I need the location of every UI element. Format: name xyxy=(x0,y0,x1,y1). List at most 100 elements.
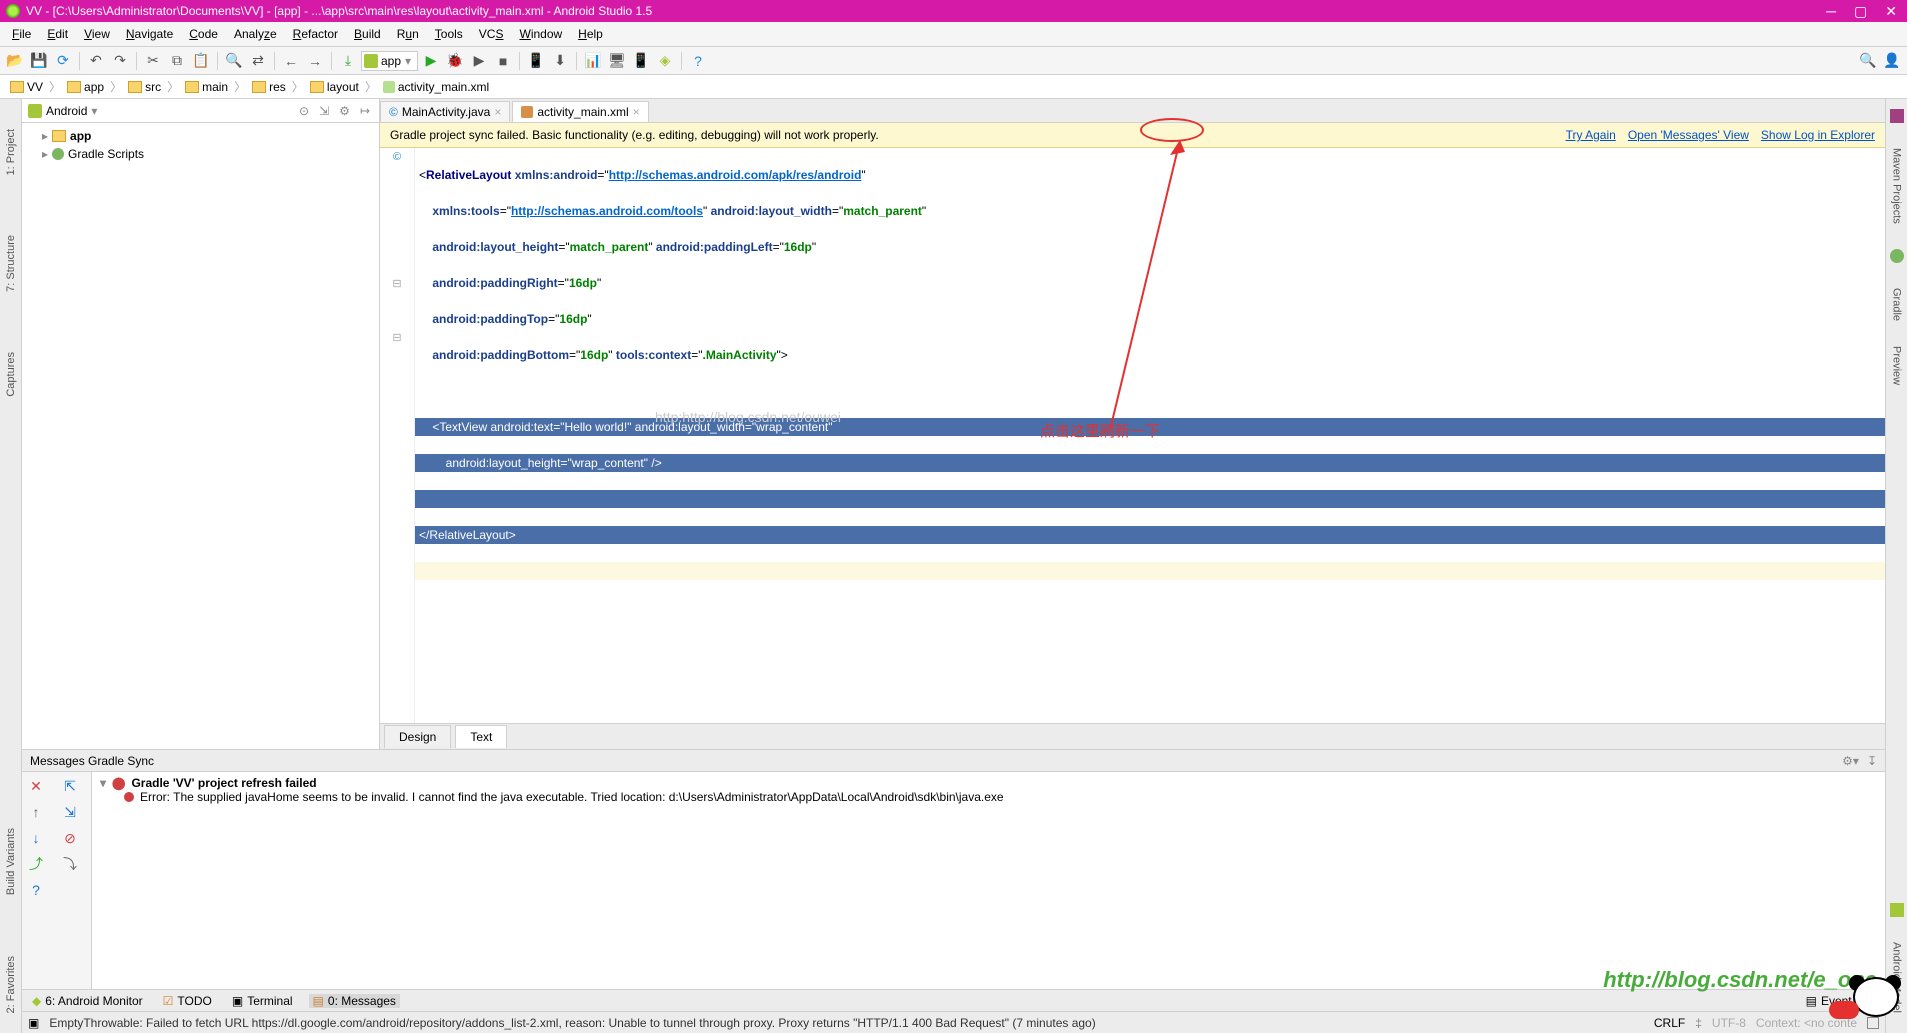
menu-file[interactable]: File xyxy=(4,24,39,44)
tab-preview[interactable]: Preview xyxy=(1891,346,1903,385)
menu-help[interactable]: Help xyxy=(570,24,611,44)
filter-icon[interactable]: ⊘ xyxy=(60,828,80,848)
open-messages-link[interactable]: Open 'Messages' View xyxy=(1628,128,1749,142)
log-icon: ▤ xyxy=(1806,994,1817,1008)
tab-maven[interactable]: Maven Projects xyxy=(1891,148,1903,224)
tab-project[interactable]: 1: Project xyxy=(5,129,17,175)
crumb-app[interactable]: app xyxy=(63,80,108,94)
menu-code[interactable]: Code xyxy=(181,24,226,44)
coverage-icon[interactable]: ▶ xyxy=(468,50,490,72)
messages-settings-icon[interactable]: ⚙▾ xyxy=(1842,754,1859,768)
up-icon[interactable]: ↑ xyxy=(26,802,46,822)
crumb-vv[interactable]: VV xyxy=(6,80,47,94)
fold-icon[interactable]: ⊟ xyxy=(380,328,414,346)
close-msg-icon[interactable]: ✕ xyxy=(26,776,46,796)
crumb-res[interactable]: res xyxy=(248,80,290,94)
status-crlf[interactable]: CRLF xyxy=(1654,1016,1685,1030)
messages-hide-icon[interactable]: ↧ xyxy=(1867,754,1877,768)
close-tab-icon[interactable]: × xyxy=(494,105,501,119)
menu-build[interactable]: Build xyxy=(346,24,389,44)
search-everywhere-icon[interactable]: 🔍 xyxy=(1857,50,1879,72)
menu-analyze[interactable]: Analyze xyxy=(226,24,285,44)
expand-icon[interactable]: ⇱ xyxy=(60,776,80,796)
crumb-src[interactable]: src xyxy=(124,80,165,94)
menu-refactor[interactable]: Refactor xyxy=(285,24,346,44)
tab-gradle[interactable]: Gradle xyxy=(1891,288,1903,321)
editor-tab-activitymain[interactable]: activity_main.xml× xyxy=(512,101,648,122)
make-icon[interactable]: ⤓ xyxy=(337,50,359,72)
forward-icon[interactable]: → xyxy=(304,50,326,72)
window-title: VV - [C:\Users\Administrator\Documents\V… xyxy=(26,4,1826,18)
export-icon[interactable]: ⤴ xyxy=(26,854,46,874)
gutter-class-icon[interactable]: © xyxy=(380,148,414,166)
menu-navigate[interactable]: Navigate xyxy=(118,24,181,44)
editor-tab-mainactivity[interactable]: ©MainActivity.java× xyxy=(380,101,510,122)
hide-icon[interactable]: ↦ xyxy=(357,104,373,118)
open-icon[interactable]: 📂 xyxy=(4,50,26,72)
replace-icon[interactable]: ⇄ xyxy=(247,50,269,72)
help-icon[interactable]: ? xyxy=(687,50,709,72)
status-icon[interactable]: ▣ xyxy=(28,1016,39,1030)
menu-edit[interactable]: Edit xyxy=(39,24,76,44)
monitor-icon[interactable]: 🖥 xyxy=(606,50,628,72)
collapse-all-icon[interactable]: ⇲ xyxy=(316,104,332,118)
import-icon[interactable]: ⤵ xyxy=(60,854,80,874)
crumb-main[interactable]: main xyxy=(181,80,232,94)
close-button[interactable]: ✕ xyxy=(1885,3,1897,20)
scroll-from-source-icon[interactable]: ⊙ xyxy=(296,104,312,118)
try-again-link[interactable]: Try Again xyxy=(1566,128,1616,142)
menu-run[interactable]: Run xyxy=(389,24,427,44)
paste-icon[interactable]: 📋 xyxy=(190,50,212,72)
find-icon[interactable]: 🔍 xyxy=(223,50,245,72)
debug-icon[interactable]: 🐞 xyxy=(444,50,466,72)
maximize-button[interactable]: ▢ xyxy=(1854,3,1867,20)
settings-gear-icon[interactable]: ⚙ xyxy=(336,104,353,118)
tool-terminal[interactable]: ▣Terminal xyxy=(228,994,297,1008)
down-icon[interactable]: ↓ xyxy=(26,828,46,848)
save-icon[interactable]: 💾 xyxy=(28,50,50,72)
info-icon[interactable]: ? xyxy=(26,880,46,900)
collapse-icon[interactable]: ⇲ xyxy=(60,802,80,822)
tab-build-variants[interactable]: Build Variants xyxy=(5,828,17,895)
fold-icon[interactable]: ⊟ xyxy=(380,274,414,292)
user-icon[interactable]: 👤 xyxy=(1881,50,1903,72)
tool-messages[interactable]: ▤0: Messages xyxy=(309,994,400,1008)
tool-todo[interactable]: ☑TODO xyxy=(159,994,216,1008)
tree-node-app[interactable]: ▸app xyxy=(28,127,373,145)
sdk-icon[interactable]: ⬇ xyxy=(549,50,571,72)
tab-text[interactable]: Text xyxy=(455,725,507,748)
device-icon[interactable]: 📱 xyxy=(630,50,652,72)
status-encoding[interactable]: UTF-8 xyxy=(1712,1016,1746,1030)
android-tb-icon[interactable]: ◈ xyxy=(654,50,676,72)
menu-view[interactable]: View xyxy=(76,24,118,44)
menu-tools[interactable]: Tools xyxy=(427,24,471,44)
minimize-button[interactable]: ─ xyxy=(1826,3,1836,20)
cut-icon[interactable]: ✂ xyxy=(142,50,164,72)
collapse-tree-icon[interactable]: ▾ xyxy=(100,776,106,790)
tab-structure[interactable]: 7: Structure xyxy=(5,235,17,292)
avd-icon[interactable]: 📱 xyxy=(525,50,547,72)
close-tab-icon[interactable]: × xyxy=(633,105,640,119)
ddms-icon[interactable]: 📊 xyxy=(582,50,604,72)
app-logo-icon xyxy=(6,4,20,18)
menu-vcs[interactable]: VCS xyxy=(471,24,512,44)
tab-favorites[interactable]: 2: Favorites xyxy=(5,956,17,1013)
copy-icon[interactable]: ⧉ xyxy=(166,50,188,72)
project-view-label[interactable]: Android xyxy=(46,104,87,118)
show-log-link[interactable]: Show Log in Explorer xyxy=(1761,128,1875,142)
breadcrumb: VV〉 app〉 src〉 main〉 res〉 layout〉 activit… xyxy=(0,75,1907,99)
tree-node-gradle[interactable]: ▸Gradle Scripts xyxy=(28,145,373,163)
menu-window[interactable]: Window xyxy=(511,24,570,44)
sync-icon[interactable]: ⟳ xyxy=(52,50,74,72)
tab-design[interactable]: Design xyxy=(384,725,451,748)
crumb-layout[interactable]: layout xyxy=(306,80,363,94)
back-icon[interactable]: ← xyxy=(280,50,302,72)
tab-captures[interactable]: Captures xyxy=(5,352,17,397)
tool-android-monitor[interactable]: ◆6: Android Monitor xyxy=(28,994,147,1008)
stop-icon[interactable]: ■ xyxy=(492,50,514,72)
run-icon[interactable]: ▶ xyxy=(420,50,442,72)
redo-icon[interactable]: ↷ xyxy=(109,50,131,72)
undo-icon[interactable]: ↶ xyxy=(85,50,107,72)
run-config-combo[interactable]: app ▾ xyxy=(361,51,418,71)
crumb-file[interactable]: activity_main.xml xyxy=(379,80,493,94)
